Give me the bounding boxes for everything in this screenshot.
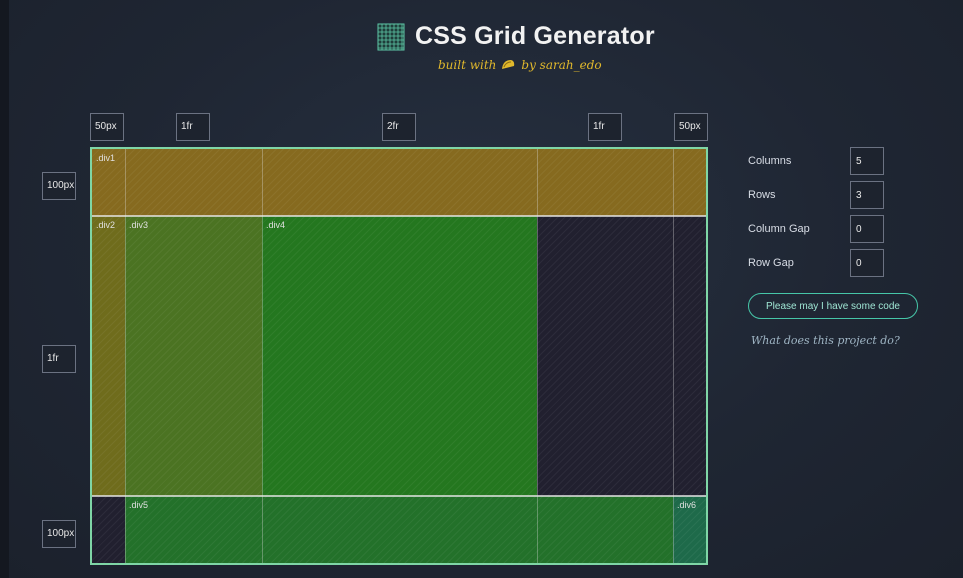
columns-label: Columns [748,155,792,167]
grid-column-line [262,149,263,563]
get-code-button[interactable]: Please may I have some code [748,293,918,319]
taco-icon [502,60,515,69]
column-size-input-1[interactable]: 50px [90,113,124,141]
column-size-input-2[interactable]: 1fr [176,113,210,141]
subtitle-prefix: built with [438,58,497,72]
title-row: CSS Grid Generator [377,22,655,51]
cell-label-div4: .div4 [266,220,286,230]
columns-input[interactable] [850,147,884,175]
column-gap-input[interactable] [850,215,884,243]
cell-label-div3: .div3 [129,220,149,230]
grid-cell-empty[interactable] [92,496,125,563]
grid-icon [377,23,405,50]
grid-cell-div2[interactable]: .div2 [92,216,125,496]
page-left-edge [0,0,9,578]
rows-label: Rows [748,189,776,201]
grid-cell-div3[interactable]: .div3 [125,216,262,496]
grid-cell-div4[interactable]: .div4 [262,216,537,496]
row-size-input-1[interactable]: 100px [42,172,76,200]
subtitle-suffix: by sarah_edo [521,58,602,72]
grid-column-line [673,149,674,563]
grid-cell-div5[interactable]: .div5 [125,496,673,563]
column-size-input-3[interactable]: 2fr [382,113,416,141]
grid-row-line [92,495,706,497]
row-size-input-3[interactable]: 100px [42,520,76,548]
grid-cell-div6[interactable]: .div6 [673,496,706,563]
row-gap-input[interactable] [850,249,884,277]
column-size-input-4[interactable]: 1fr [588,113,622,141]
subtitle: built with by sarah_edo [438,57,602,73]
cell-label-div2: .div2 [96,220,116,230]
project-info-link[interactable]: What does this project do? [751,334,900,347]
grid-column-line [125,149,126,563]
grid-cell-div1[interactable]: .div1 [92,149,706,216]
cell-label-div1: .div1 [96,153,116,163]
row-size-input-2[interactable]: 1fr [42,345,76,373]
column-size-input-5[interactable]: 50px [674,113,708,141]
column-gap-label: Column Gap [748,223,810,235]
grid-row-line [92,215,706,217]
page-title: CSS Grid Generator [415,22,655,50]
cell-label-div6: .div6 [677,500,697,510]
cell-label-div5: .div5 [129,500,149,510]
grid-preview[interactable]: .div1 .div2 .div3 .div4 .div5 .div6 [90,147,708,565]
grid-cell-empty[interactable] [537,216,706,496]
row-gap-label: Row Gap [748,257,794,269]
rows-input[interactable] [850,181,884,209]
grid-column-line [537,149,538,563]
